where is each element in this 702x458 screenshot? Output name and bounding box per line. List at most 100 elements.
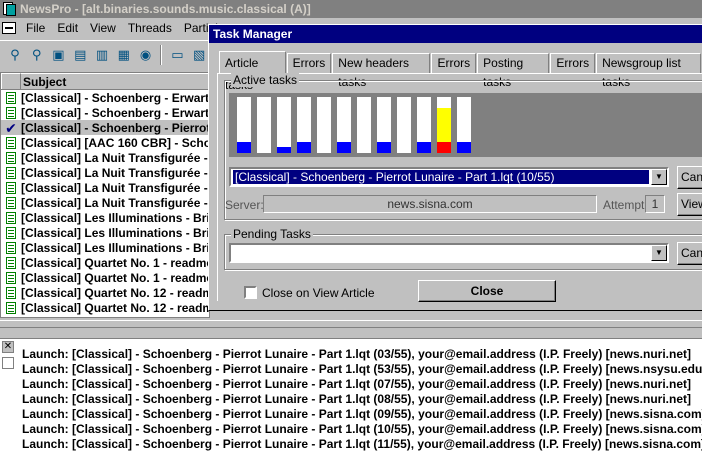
article-document-icon xyxy=(1,166,21,179)
tab-posting-errors[interactable]: Errors xyxy=(550,53,596,73)
chevron-down-icon[interactable]: ▼ xyxy=(651,169,667,185)
article-subject: [Classical] Quartet No. 12 - readm xyxy=(21,285,210,300)
close-log-button[interactable]: ✕ xyxy=(2,341,14,353)
read-icon[interactable]: ▤ xyxy=(69,44,91,66)
menu-threads[interactable]: Threads xyxy=(122,21,178,35)
list-header: Subject xyxy=(1,73,209,90)
system-menu-icon[interactable] xyxy=(2,22,16,34)
tab-article-tasks[interactable]: Article tasks xyxy=(219,51,286,92)
status-column-header[interactable] xyxy=(1,73,21,89)
task-manager-title[interactable]: Task Manager xyxy=(209,25,702,43)
article-subject: [Classical] Les Illuminations - Brit xyxy=(21,225,210,240)
pending-task-select[interactable]: ▼ xyxy=(229,243,669,263)
task-manager-dialog: Task Manager Article tasks Errors New he… xyxy=(208,24,702,310)
list-item[interactable]: [Classical] [AAC 160 CBR] - Schoer xyxy=(1,135,209,150)
article-document-icon xyxy=(1,271,21,284)
article-document-icon xyxy=(1,196,21,209)
article-rows: [Classical] - Schoenberg - Erwartu [Class… xyxy=(1,90,209,315)
list-item[interactable]: [Classical] La Nuit Transfigurée - I xyxy=(1,180,209,195)
article-subject: [Classical] La Nuit Transfigurée - I xyxy=(21,195,210,210)
article-subject: [Classical] - Schoenberg - Erwartu xyxy=(21,90,210,105)
log-line: Launch: [Classical] - Schoenberg - Pierr… xyxy=(22,347,691,361)
list-item[interactable]: [Classical] La Nuit Transfigurée - I xyxy=(1,165,209,180)
main-title-bar[interactable]: NewsPro - [alt.binaries.sounds.music.cla… xyxy=(0,0,702,18)
article-list[interactable]: Subject [Classical] - Schoenberg - Erwar… xyxy=(0,72,210,318)
log-line: Launch: [Classical] - Schoenberg - Pierr… xyxy=(22,407,702,421)
close-on-view-checkbox[interactable] xyxy=(244,286,257,299)
tree-expand-icon[interactable]: ⚲ xyxy=(26,44,48,66)
tab-article-errors[interactable]: Errors xyxy=(286,53,332,73)
article-subject: [Classical] Quartet No. 12 - readm xyxy=(21,300,210,315)
list-item[interactable]: [Classical] Quartet No. 12 - readm xyxy=(1,285,209,300)
article-subject: [Classical] [AAC 160 CBR] - Schoer xyxy=(21,135,210,150)
list-item[interactable]: [Classical] - Schoenberg - Erwartu xyxy=(1,90,209,105)
list-item[interactable]: [Classical] Quartet No. 12 - readm xyxy=(1,300,209,315)
log-line: Launch: [Classical] - Schoenberg - Pierr… xyxy=(22,437,702,451)
active-task-selected-value: [Classical] - Schoenberg - Pierrot Lunai… xyxy=(232,169,650,185)
list-item[interactable]: [Classical] La Nuit Transfigurée - I xyxy=(1,195,209,210)
article-document-icon xyxy=(1,136,21,149)
search-icon[interactable]: ◉ xyxy=(135,44,157,66)
list-item[interactable]: [Classical] Quartet No. 1 - readme xyxy=(1,255,209,270)
chevron-down-icon[interactable]: ▼ xyxy=(651,245,667,261)
task-progress-bar xyxy=(337,97,351,153)
list-item[interactable]: [Classical] Quartet No. 1 - readme xyxy=(1,270,209,285)
pending-task-selected-value xyxy=(233,246,649,260)
tab-new-headers-tasks[interactable]: New headers tasks xyxy=(332,53,431,89)
toolbar-separator xyxy=(160,44,163,65)
task-progress-bar xyxy=(377,97,391,153)
filter-icon[interactable]: ▣ xyxy=(48,44,70,66)
log-panel: ✕ Launch: [Classical] - Schoenberg - Pie… xyxy=(0,338,702,458)
checkmark-icon: ✔ xyxy=(5,119,17,136)
list-item[interactable]: [Classical] Les Illuminations - Brit xyxy=(1,210,209,225)
list-item[interactable]: ✔ [Classical] - Schoenberg - Pierrot xyxy=(1,120,209,135)
tree-icon[interactable]: ⚲ xyxy=(4,44,26,66)
task-progress-graph xyxy=(229,93,702,157)
close-button[interactable]: Close xyxy=(418,280,556,302)
article-document-icon xyxy=(1,151,21,164)
log-line: Launch: [Classical] - Schoenberg - Pierr… xyxy=(22,377,691,391)
task-progress-bar xyxy=(417,97,431,153)
server-value: news.sisna.com xyxy=(263,195,597,213)
task-progress-bar xyxy=(437,97,451,153)
pane-splitter[interactable] xyxy=(0,320,702,328)
server-label: Server: xyxy=(225,198,264,212)
attempt-label: Attempt: xyxy=(603,198,648,212)
list-item[interactable]: [Classical] Les Illuminations - Brit xyxy=(1,240,209,255)
menu-edit[interactable]: Edit xyxy=(51,21,84,35)
article-document-icon xyxy=(1,106,21,119)
active-task-select[interactable]: [Classical] - Schoenberg - Pierrot Lunai… xyxy=(229,167,669,187)
image-icon[interactable]: ▧ xyxy=(188,44,210,66)
tab-posting-tasks[interactable]: Posting tasks xyxy=(477,53,550,89)
article-document-icon xyxy=(1,181,21,194)
cancel-pending-button[interactable]: Canc xyxy=(677,242,702,265)
save-icon[interactable]: ▥ xyxy=(91,44,113,66)
article-document-icon xyxy=(1,256,21,269)
disk-icon[interactable]: ▦ xyxy=(113,44,135,66)
article-subject: [Classical] La Nuit Transfigurée - I xyxy=(21,180,210,195)
article-document-icon xyxy=(1,91,21,104)
view-article-button[interactable]: View xyxy=(677,193,702,216)
article-document-icon xyxy=(1,301,21,314)
task-tabs: Article tasks Errors New headers tasks E… xyxy=(219,51,702,92)
list-item[interactable]: [Classical] La Nuit Transfigurée - I xyxy=(1,150,209,165)
subject-column-header[interactable]: Subject xyxy=(21,73,209,89)
folder-icon[interactable]: ▭ xyxy=(166,44,188,66)
article-tasks-panel: Active tasks [Classical] - Schoenberg - … xyxy=(217,73,702,302)
tab-newsgroup-list-tasks[interactable]: Newsgroup list tasks xyxy=(596,53,701,89)
active-tasks-group: Active tasks [Classical] - Schoenberg - … xyxy=(224,73,702,220)
task-progress-bar xyxy=(297,97,311,153)
menu-file[interactable]: File xyxy=(20,21,51,35)
window-title: NewsPro - [alt.binaries.sounds.music.cla… xyxy=(20,2,311,16)
list-item[interactable]: [Classical] - Schoenberg - Erwartu xyxy=(1,105,209,120)
task-progress-bar xyxy=(277,97,291,153)
menu-view[interactable]: View xyxy=(84,21,122,35)
cancel-task-button[interactable]: Canc xyxy=(677,166,702,189)
log-scroll-indicator[interactable] xyxy=(2,357,14,369)
task-progress-bar xyxy=(237,97,251,153)
log-line: Launch: [Classical] - Schoenberg - Pierr… xyxy=(22,422,702,436)
list-item[interactable]: [Classical] Les Illuminations - Brit xyxy=(1,225,209,240)
article-subject: [Classical] - Schoenberg - Erwartu xyxy=(21,105,210,120)
article-document-icon xyxy=(1,226,21,239)
tab-header-errors[interactable]: Errors xyxy=(431,53,477,73)
